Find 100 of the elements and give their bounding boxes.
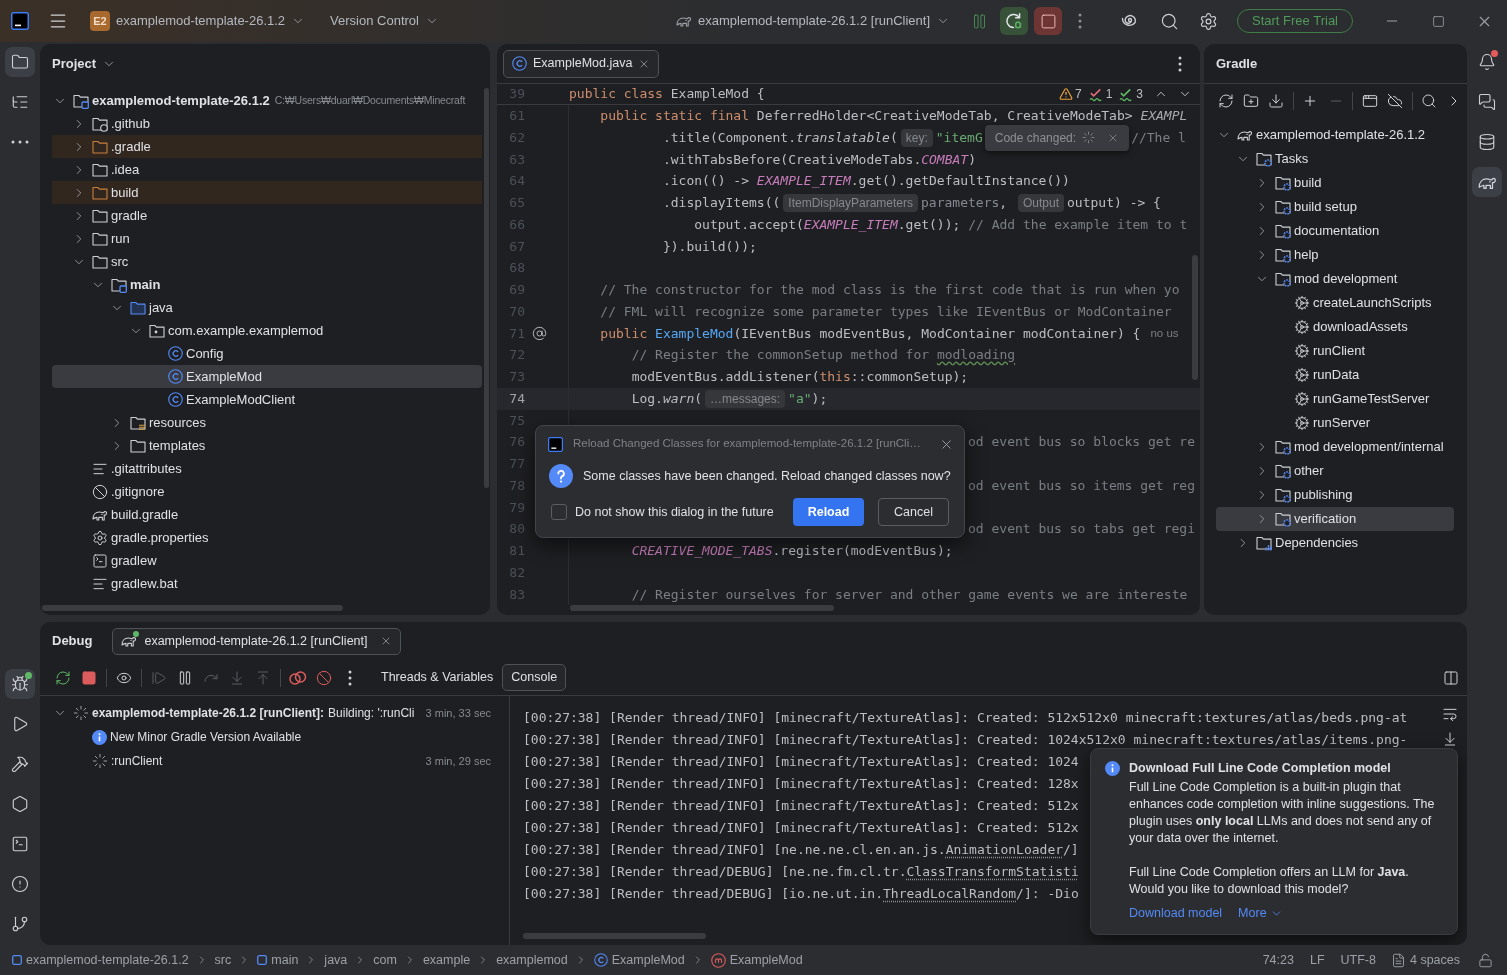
folder-plus-icon[interactable] — [1242, 93, 1259, 109]
cancel-button[interactable]: Cancel — [878, 498, 949, 526]
caret-position[interactable]: 74:23 — [1262, 950, 1294, 970]
console-link[interactable]: AnimationLoader — [945, 840, 1064, 860]
tree-item[interactable]: main — [52, 273, 482, 296]
breadcrumb[interactable]: ExampleMod — [710, 950, 803, 970]
stop-button[interactable] — [1034, 7, 1063, 35]
checkbox-label[interactable]: Do not show this dialog in the future — [575, 502, 774, 522]
tree-item[interactable]: createLaunchScripts — [1216, 291, 1454, 315]
horizontal-scrollbar[interactable] — [42, 605, 343, 611]
tree-item[interactable]: com.example.examplemod — [52, 319, 482, 342]
tree-item[interactable]: build setup — [1216, 195, 1454, 219]
tree-item[interactable]: .gitignore — [52, 480, 482, 503]
breadcrumb[interactable]: examplemod — [496, 950, 568, 970]
search-icon[interactable] — [1160, 11, 1180, 31]
tree-item[interactable]: ExampleModClient — [52, 388, 482, 411]
tree-item[interactable]: downloadAssets — [1216, 315, 1454, 339]
tree-item[interactable]: other — [1216, 459, 1454, 483]
tree-item[interactable]: build — [52, 181, 482, 204]
view-mode-dropdown[interactable]: Project — [52, 54, 117, 74]
checkbox[interactable] — [551, 504, 567, 520]
tree-item[interactable]: .gradle — [52, 135, 482, 158]
rerun-icon[interactable] — [55, 669, 71, 686]
window-icon[interactable] — [1361, 93, 1378, 109]
refresh-icon[interactable] — [1217, 93, 1234, 109]
breadcrumb[interactable]: java — [324, 950, 348, 970]
tree-item[interactable]: build.gradle — [52, 503, 482, 526]
indent-setting[interactable]: 4 spaces — [1390, 950, 1460, 970]
at-sign-icon[interactable] — [532, 325, 547, 341]
console-link[interactable]: ThreadLocalRandom — [883, 884, 1017, 904]
download-icon[interactable] — [1268, 93, 1285, 109]
editor-tab[interactable]: ExampleMod.java — [503, 49, 660, 78]
tree-item[interactable]: gradle — [52, 204, 482, 227]
tree-item[interactable]: :runClient 3 min, 29 sec — [52, 749, 495, 773]
maximize-icon[interactable] — [1431, 14, 1445, 28]
tree-item[interactable]: ExampleMod — [52, 365, 482, 388]
lock-open-icon[interactable] — [1478, 952, 1493, 968]
tree-item[interactable]: Tasks — [1216, 147, 1454, 171]
run-configuration-selector[interactable]: examplemod-template-26.1.2 [runClient] — [676, 6, 951, 36]
tree-item[interactable]: runServer — [1216, 411, 1454, 435]
mute-breakpoints-icon[interactable] — [316, 669, 332, 686]
line-separator[interactable]: LF — [1309, 950, 1325, 970]
tree-item[interactable]: templates — [52, 434, 482, 457]
breadcrumb[interactable]: src — [214, 950, 232, 970]
vertical-scrollbar[interactable] — [1192, 255, 1198, 380]
more-dropdown[interactable]: More — [1238, 905, 1283, 922]
logo-icon[interactable] — [11, 12, 29, 30]
tree-item[interactable]: .github — [52, 112, 482, 135]
settings-icon[interactable] — [1199, 11, 1219, 31]
more-icon[interactable] — [348, 669, 352, 686]
tree-item[interactable]: Config — [52, 342, 482, 365]
usages-hint[interactable]: no us — [1150, 324, 1179, 342]
stop-icon[interactable] — [81, 669, 97, 686]
tree-item[interactable]: src — [52, 250, 482, 273]
check-wavy-icon[interactable] — [1088, 86, 1104, 102]
tree-item[interactable]: mod development — [1216, 267, 1454, 291]
tree-item[interactable]: gradlew — [52, 549, 482, 572]
tool-window-button[interactable] — [1472, 167, 1502, 197]
tree-item[interactable]: New Minor Gradle Version Available — [52, 725, 495, 749]
tree-item[interactable]: java — [52, 296, 482, 319]
soft-wrap-icon[interactable] — [1442, 706, 1458, 722]
layout-icon[interactable] — [1443, 669, 1459, 686]
tree-item[interactable]: gradlew.bat — [52, 572, 482, 595]
tree-item[interactable]: help — [1216, 243, 1454, 267]
vertical-scrollbar[interactable] — [484, 88, 489, 488]
tree-item[interactable]: publishing — [1216, 483, 1454, 507]
scroll-to-end-icon[interactable] — [1442, 731, 1458, 747]
breadcrumb[interactable]: main — [257, 950, 299, 970]
content-tab[interactable]: Console — [502, 664, 567, 691]
pause-icon[interactable] — [177, 669, 193, 686]
reload-button[interactable]: Reload — [793, 498, 864, 526]
tool-window-button[interactable] — [5, 47, 35, 77]
breadcrumb[interactable]: ExampleMod — [593, 950, 685, 970]
tree-item[interactable]: runClient — [1216, 339, 1454, 363]
tree-item[interactable]: examplemod-template-26.1.2 C:₩Users₩duarl₩Documents₩Minecraft — [52, 89, 482, 112]
horizontal-scrollbar[interactable] — [570, 605, 834, 611]
tree-item[interactable]: mod development/internal — [1216, 435, 1454, 459]
recent-projects-dropdown[interactable]: E2 examplemod-template-26.1.2 — [90, 6, 306, 36]
horizontal-scrollbar[interactable] — [523, 933, 706, 939]
vcs-menu[interactable]: Version Control — [330, 6, 439, 36]
session-tab[interactable]: examplemod-template-26.1.2 [runClient] — [112, 627, 402, 655]
tree-item[interactable]: Dependencies — [1216, 531, 1454, 555]
tree-item[interactable]: examplemod-template-26.1.2 [runClient]: Building: ':runCli 3 min, 33 sec — [52, 701, 495, 725]
content-tab[interactable]: Threads & Variables — [372, 664, 503, 691]
file-encoding[interactable]: UTF-8 — [1340, 950, 1376, 970]
more-icon[interactable] — [1178, 55, 1182, 72]
tree-item[interactable]: runData — [1216, 363, 1454, 387]
tree-item[interactable]: build — [1216, 171, 1454, 195]
breadcrumb[interactable]: examplemod-template-26.1.2 — [12, 950, 189, 970]
search-icon[interactable] — [1421, 93, 1438, 109]
tree-item[interactable]: resources — [52, 411, 482, 434]
console-link[interactable]: ClassTransformStatisti — [906, 862, 1079, 882]
tree-item[interactable]: examplemod-template-26.1.2 — [1216, 123, 1454, 147]
breadcrumb[interactable]: example — [422, 950, 471, 970]
cloud-off-icon[interactable] — [1386, 93, 1403, 109]
rerun-debug-button[interactable] — [1000, 7, 1029, 35]
tree-item[interactable]: verification — [1216, 507, 1454, 531]
download-model-link[interactable]: Download model — [1129, 905, 1223, 922]
tree-item[interactable]: runGameTestServer — [1216, 387, 1454, 411]
tree-item[interactable]: .idea — [52, 158, 482, 181]
